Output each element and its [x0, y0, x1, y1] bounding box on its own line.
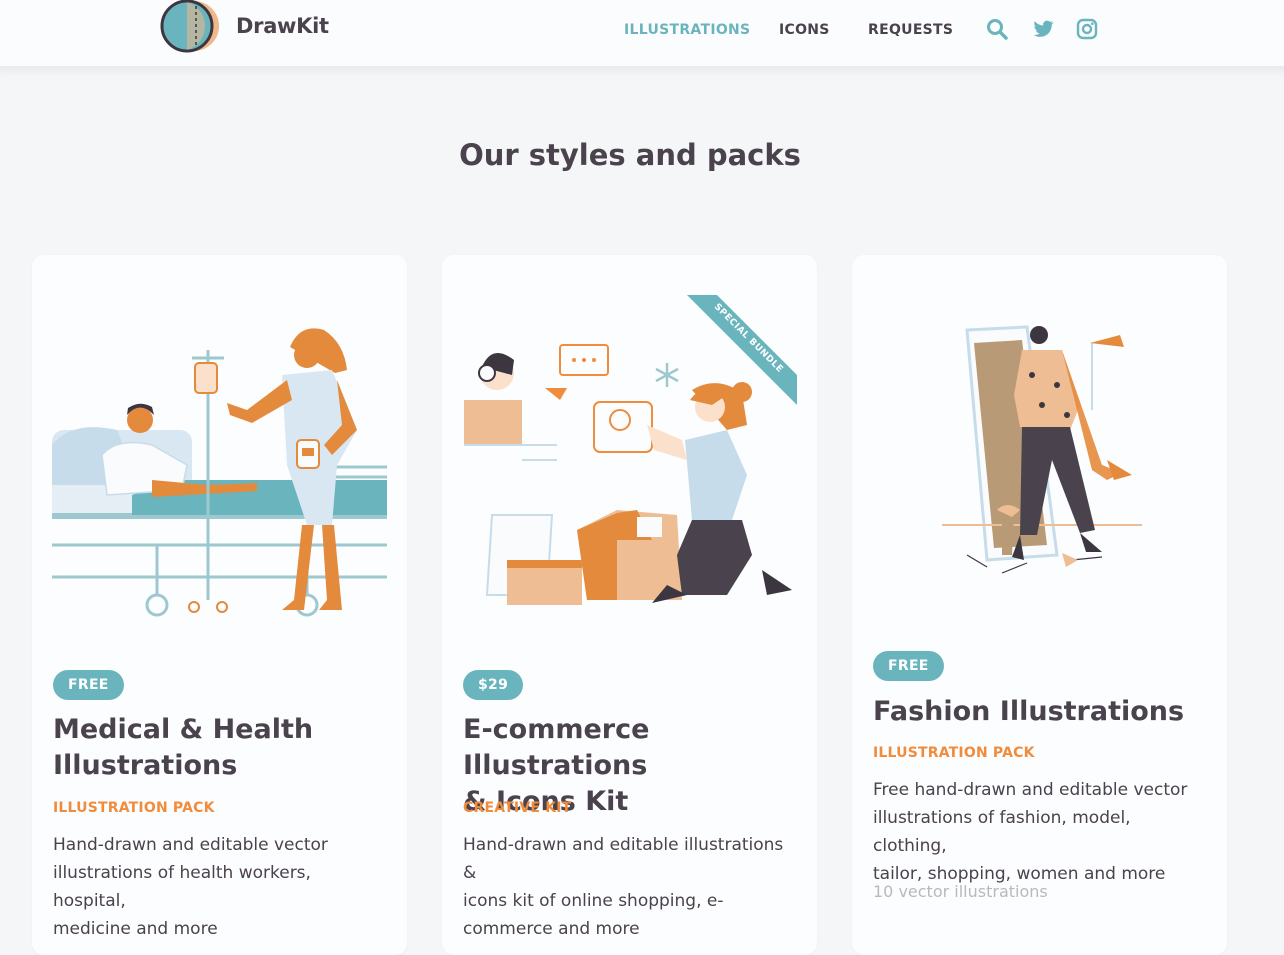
price-badge: FREE — [53, 670, 124, 700]
search-icon[interactable] — [985, 17, 1009, 41]
ribbon-text: SPECIAL BUNDLE — [712, 302, 785, 375]
card-title-line: Fashion Illustrations — [873, 696, 1185, 727]
card-title-line: E-commerce Illustrations — [463, 714, 650, 781]
medical-illustration — [52, 328, 387, 617]
nav-requests[interactable]: REQUESTS — [868, 22, 953, 38]
card-description-line: commerce and more — [463, 919, 640, 939]
card-description-line: Hand-drawn and editable illustrations & — [463, 835, 784, 883]
card-title: Fashion Illustrations — [873, 694, 1213, 730]
card-title-line: Medical & Health — [53, 714, 314, 745]
pack-card-ecommerce[interactable]: SPECIAL BUNDLE $29 E-commerce Illustrati… — [442, 255, 817, 955]
ecommerce-illustration: SPECIAL BUNDLE — [464, 295, 797, 605]
card-description-line: illustrations of fashion, model, clothin… — [873, 808, 1131, 856]
header-shadow — [0, 66, 1284, 78]
card-description-line: Free hand-drawn and editable vector — [873, 780, 1188, 800]
logo-text: DrawKit — [236, 14, 329, 38]
card-description-line: icons kit of online shopping, e- — [463, 891, 724, 911]
card-description: Free hand-drawn and editable vector illu… — [873, 776, 1208, 888]
card-type: ILLUSTRATION PACK — [873, 745, 1035, 761]
card-description-line: Hand-drawn and editable vector — [53, 835, 328, 855]
instagram-icon[interactable] — [1075, 17, 1099, 41]
card-type: ILLUSTRATION PACK — [53, 800, 215, 816]
card-description: Hand-drawn and editable illustrations & … — [463, 831, 798, 943]
nav-illustrations[interactable]: ILLUSTRATIONS — [624, 22, 750, 38]
card-title: Medical & Health Illustrations — [53, 712, 393, 784]
price-badge: $29 — [463, 670, 524, 700]
section-title: Our styles and packs — [459, 138, 801, 172]
card-title-line: Illustrations — [53, 750, 238, 781]
nav-icons[interactable]: ICONS — [779, 22, 830, 38]
site-header: DrawKit ILLUSTRATIONS ICONS REQUESTS — [0, 0, 1284, 66]
card-description-line: medicine and more — [53, 919, 218, 939]
pack-card-medical[interactable]: FREE Medical & Health Illustrations ILLU… — [32, 255, 407, 955]
logo[interactable]: DrawKit — [160, 0, 329, 56]
card-description: Hand-drawn and editable vector illustrat… — [53, 831, 388, 943]
card-description-line: illustrations of health workers, hospita… — [53, 863, 311, 911]
drawkit-logo-icon — [160, 0, 219, 53]
price-badge: FREE — [873, 651, 944, 681]
pack-card-fashion[interactable]: FREE Fashion Illustrations ILLUSTRATION … — [852, 255, 1227, 955]
card-type: CREATIVE KIT — [463, 800, 572, 816]
fashion-illustration — [942, 325, 1142, 574]
illustration-count: 10 vector illustrations — [873, 882, 1048, 901]
twitter-icon[interactable] — [1031, 17, 1055, 41]
